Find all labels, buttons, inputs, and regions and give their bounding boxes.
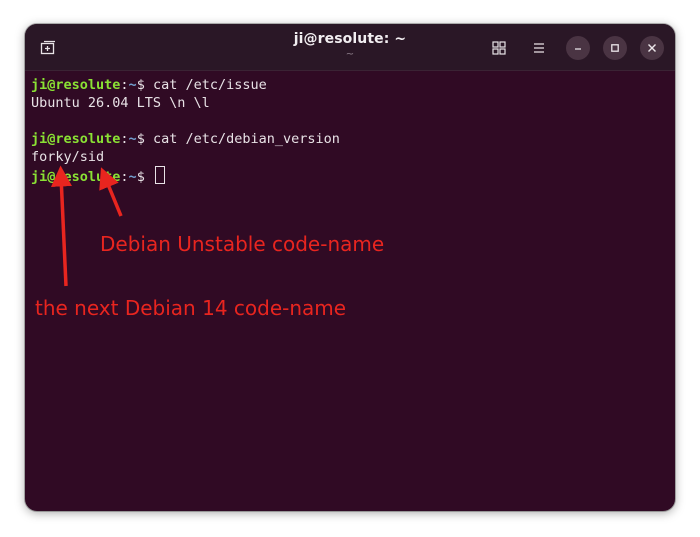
prompt-separator: : [120,77,129,93]
minimize-icon [575,48,581,50]
arrow-to-forky [50,165,72,287]
annotation-next-codename: the next Debian 14 code-name [35,296,347,320]
close-button[interactable] [640,36,664,60]
maximize-icon [611,44,619,52]
command-text: cat /etc/issue [152,77,267,93]
close-icon [648,44,656,52]
prompt-separator: : [120,131,129,147]
terminal-line-1: ji@resolute:~$ cat /etc/issue [31,76,340,94]
prompt-user: ji@resolute [31,169,121,185]
terminal-line-6: ji@resolute:~$ [31,166,340,185]
terminal-cursor [154,166,165,184]
prompt-path: ~ [128,169,137,185]
hamburger-menu-icon [534,43,544,53]
prompt-symbol: $ [136,169,153,185]
terminal-output[interactable]: ji@resolute:~$ cat /etc/issue Ubuntu 26.… [31,76,340,185]
prompt-symbol: $ [136,77,153,93]
grid-view-icon [492,41,506,55]
prompt-separator: : [120,169,129,185]
menu-button[interactable] [526,35,552,61]
terminal-window: ji@resolute: ~ ~ ji@resolute:~$ cat /etc… [25,24,675,511]
title-bar[interactable]: ji@resolute: ~ ~ [25,24,675,71]
maximize-button[interactable] [603,36,627,60]
grid-view-button[interactable] [486,35,512,61]
terminal-line-3 [31,112,340,130]
minimize-button[interactable] [566,36,590,60]
terminal-line-2: Ubuntu 26.04 LTS \n \l [31,95,210,111]
prompt-user: ji@resolute [31,77,121,93]
prompt-symbol: $ [136,131,153,147]
prompt-user: ji@resolute [31,131,121,147]
command-text: cat /etc/debian_version [152,131,340,147]
prompt-path: ~ [128,77,137,93]
terminal-line-4: ji@resolute:~$ cat /etc/debian_version [31,130,340,148]
terminal-line-5: forky/sid [31,149,105,165]
annotation-unstable-codename: Debian Unstable code-name [100,232,385,256]
prompt-path: ~ [128,131,137,147]
